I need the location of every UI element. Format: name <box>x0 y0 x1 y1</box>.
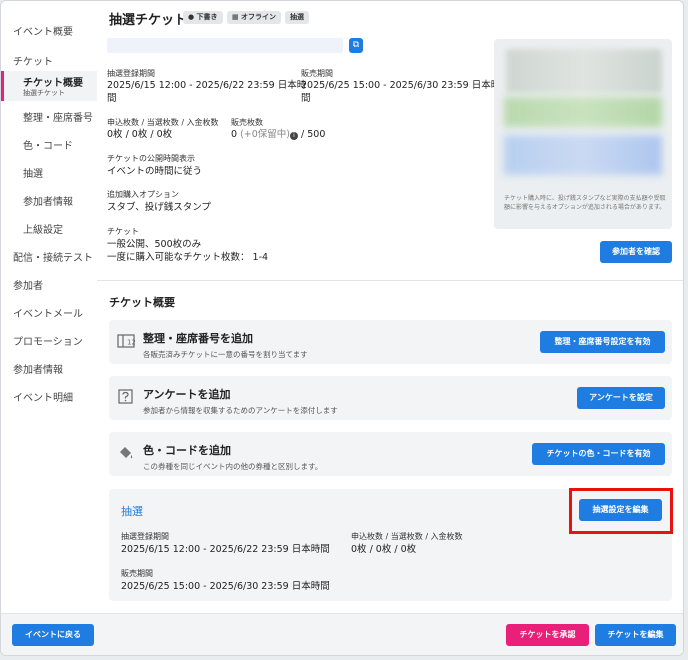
status-badge-draft: ● 下書き <box>183 11 223 24</box>
counts-value: 0枚 / 0枚 / 0枚 <box>107 129 173 140</box>
sales-period-label: 販売期間 <box>301 69 333 78</box>
sidebar-item-event-overview[interactable]: イベント概要 <box>13 23 73 38</box>
lottery-card-period-value: 2025/6/15 12:00 - 2025/6/22 23:59 日本時間 <box>121 544 330 555</box>
sidebar-item-attendee-info-2[interactable]: 参加者情報 <box>13 361 63 376</box>
sidebar-item-color-code[interactable]: 色・コード <box>23 137 73 152</box>
lottery-card-sales-value: 2025/6/25 15:00 - 2025/6/30 23:59 日本時間 <box>121 581 330 592</box>
status-badge-offline: ▦ オフライン <box>227 11 282 24</box>
paint-bucket-icon <box>120 447 133 459</box>
public-time-value: イベントの時間に従う <box>107 166 203 177</box>
numbering-card: 12 整理・座席番号を追加 各販売済みチケットに一意の番号を割り当てます 整理・… <box>109 320 672 364</box>
overview-section-title: チケット概要 <box>109 296 175 309</box>
public-time-label: チケットの公開時間表示 <box>107 154 195 163</box>
sidebar-item-event-mail[interactable]: イベントメール <box>13 305 83 320</box>
svg-text:12: 12 <box>127 339 135 347</box>
lottery-card-counts-label: 申込枚数 / 当選枚数 / 入金枚数 <box>351 532 463 541</box>
lottery-period-label: 抽選登録期間 <box>107 69 155 78</box>
back-to-event-button[interactable]: イベントに戻る <box>12 624 94 646</box>
sold-total: / 500 <box>301 129 326 140</box>
options-value: スタブ、投げ銭スタンプ <box>107 202 211 213</box>
options-label: 追加購入オプション <box>107 190 179 199</box>
sold-count: 0 <box>231 129 238 140</box>
preview-blur-blue <box>504 135 662 175</box>
lottery-period-value: 2025/6/15 12:00 - 2025/6/22 23:59 日本時 <box>107 80 307 91</box>
set-survey-button[interactable]: アンケートを設定 <box>577 387 665 409</box>
sidebar-item-lottery[interactable]: 抽選 <box>23 165 43 180</box>
highlight-box <box>569 488 673 534</box>
ticket-preview: チケット購入時に、投げ銭スタンプなど実際の支払額や受取額に影響を与えるオプション… <box>494 39 672 229</box>
divider <box>97 280 683 281</box>
lottery-card-period-label: 抽選登録期間 <box>121 532 169 541</box>
ticket-label: チケット <box>107 227 139 236</box>
survey-icon <box>118 389 133 404</box>
sidebar: イベント概要 チケット チケット概要 抽選チケット 整理・座席番号 色・コード … <box>1 1 97 613</box>
view-attendees-button[interactable]: 参加者を確認 <box>600 241 672 263</box>
sidebar-item-promotion[interactable]: プロモーション <box>13 333 83 348</box>
preview-blur-green <box>504 97 662 127</box>
preview-note: チケット購入時に、投げ銭スタンプなど実際の支払額や受取額に影響を与えるオプション… <box>504 195 666 211</box>
sold-reserved: (+0保留中) <box>240 129 290 140</box>
ticket-url-field[interactable] <box>107 38 343 53</box>
sales-period-value: 2025/6/25 15:00 - 2025/6/30 23:59 日本時 <box>301 80 501 91</box>
sidebar-item-attendees[interactable]: 参加者 <box>13 277 43 292</box>
ticket-purchase-limit: 一度に購入可能なチケット枚数： 1-4 <box>107 252 269 263</box>
page-title: 抽選チケット <box>109 13 188 28</box>
lottery-period-value-wrap: 間 <box>107 93 117 104</box>
survey-card-desc: 参加者から情報を収集するためのアンケートを添付します <box>143 406 338 415</box>
sidebar-item-label: チケット概要 <box>23 78 83 89</box>
footer-bar: イベントに戻る チケットを承認 チケットを編集 <box>1 613 683 655</box>
color-code-card-desc: この券種を同じイベント内の他の券種と区別します。 <box>143 462 323 471</box>
enable-color-code-button[interactable]: チケットの色・コードを有効 <box>532 443 665 465</box>
lottery-card-counts-value: 0枚 / 0枚 / 0枚 <box>351 544 417 555</box>
sidebar-item-ticket-overview[interactable]: チケット概要 抽選チケット <box>1 71 97 101</box>
info-icon[interactable]: i <box>290 132 298 140</box>
sold-value: 0 (+0保留中) i / 500 <box>231 128 325 141</box>
approve-ticket-button[interactable]: チケットを承認 <box>506 624 589 646</box>
copy-url-button[interactable]: ⧉ <box>349 38 363 53</box>
sidebar-item-sublabel: 抽選チケット <box>23 89 65 97</box>
copy-icon: ⧉ <box>352 40 360 50</box>
color-code-card-title: 色・コードを追加 <box>143 444 231 457</box>
numbering-card-desc: 各販売済みチケットに一意の番号を割り当てます <box>143 350 308 359</box>
lottery-card-title[interactable]: 抽選 <box>121 503 143 519</box>
counts-label: 申込枚数 / 当選枚数 / 入金枚数 <box>107 118 219 127</box>
status-badge-lottery: 抽選 <box>285 11 309 24</box>
edit-ticket-button[interactable]: チケットを編集 <box>595 624 676 646</box>
survey-card-title: アンケートを追加 <box>143 388 231 401</box>
numbering-icon: 12 <box>117 334 135 348</box>
sold-label: 販売枚数 <box>231 118 263 127</box>
sales-period-value-wrap: 間 <box>301 93 311 104</box>
app-window: イベント概要 チケット チケット概要 抽選チケット 整理・座席番号 色・コード … <box>0 0 684 656</box>
color-code-card: 色・コードを追加 この券種を同じイベント内の他の券種と区別します。 チケットの色… <box>109 432 672 476</box>
ticket-availability: 一般公開、500枚のみ <box>107 239 202 250</box>
sidebar-item-numbering[interactable]: 整理・座席番号 <box>23 109 93 124</box>
sidebar-item-event-statement[interactable]: イベント明細 <box>13 389 73 404</box>
main-content: 抽選チケット ● 下書き ▦ オフライン 抽選 ⧉ 抽選登録期間 2025/6/… <box>97 1 683 613</box>
sidebar-item-advanced[interactable]: 上級設定 <box>23 221 63 236</box>
lottery-card-sales-label: 販売期間 <box>121 569 153 578</box>
enable-numbering-button[interactable]: 整理・座席番号設定を有効 <box>540 331 665 353</box>
sidebar-item-ticket[interactable]: チケット <box>13 53 53 68</box>
sidebar-item-attendee-info[interactable]: 参加者情報 <box>23 193 73 208</box>
preview-blur-header <box>506 49 662 93</box>
sidebar-item-stream-test[interactable]: 配信・接続テスト <box>13 249 93 264</box>
numbering-card-title: 整理・座席番号を追加 <box>143 332 253 345</box>
survey-card: アンケートを追加 参加者から情報を収集するためのアンケートを添付します アンケー… <box>109 376 672 420</box>
